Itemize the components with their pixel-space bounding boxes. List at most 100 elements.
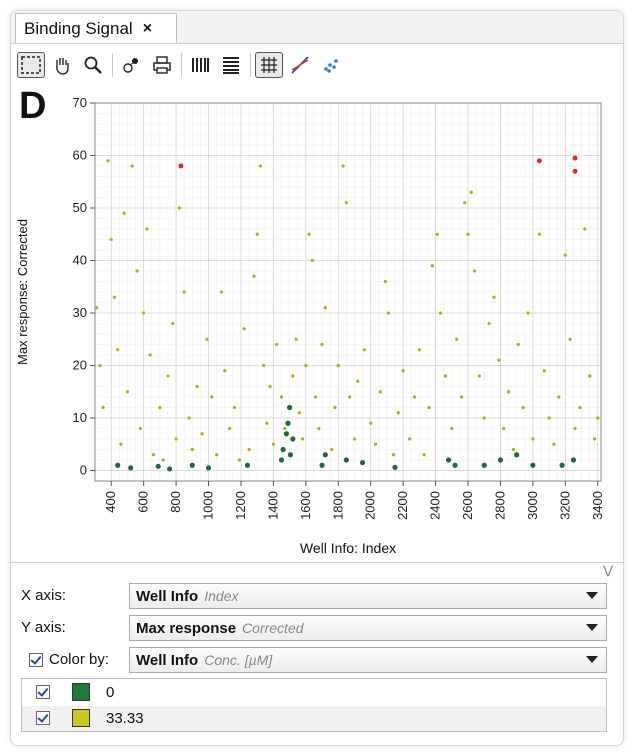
data-point[interactable] — [392, 464, 398, 470]
data-point[interactable] — [262, 363, 266, 368]
data-point[interactable] — [291, 374, 295, 378]
data-point[interactable] — [408, 437, 412, 441]
data-point[interactable] — [280, 446, 286, 453]
data-point[interactable] — [101, 405, 105, 410]
rows-icon[interactable] — [217, 52, 245, 78]
data-point[interactable] — [148, 353, 152, 357]
data-point[interactable] — [356, 379, 360, 383]
data-point[interactable] — [252, 274, 256, 278]
data-point[interactable] — [310, 258, 314, 263]
data-point[interactable] — [341, 164, 345, 168]
data-point[interactable] — [278, 457, 285, 463]
data-point[interactable] — [369, 421, 373, 425]
data-point[interactable] — [536, 158, 542, 164]
data-point[interactable] — [552, 442, 556, 446]
data-point[interactable] — [401, 369, 405, 373]
data-point[interactable] — [547, 416, 551, 420]
data-point[interactable] — [142, 311, 146, 315]
data-point[interactable] — [530, 462, 536, 468]
data-point[interactable] — [237, 458, 241, 462]
data-point[interactable] — [125, 390, 130, 394]
data-point[interactable] — [174, 437, 178, 441]
data-point[interactable] — [362, 348, 366, 352]
data-point[interactable] — [333, 405, 337, 410]
data-point[interactable] — [445, 457, 452, 463]
data-point[interactable] — [330, 447, 334, 452]
data-point[interactable] — [317, 426, 321, 431]
data-point[interactable] — [320, 342, 324, 347]
data-point[interactable] — [573, 426, 577, 431]
data-point[interactable] — [487, 321, 491, 326]
marker-icon[interactable] — [117, 52, 145, 78]
data-point[interactable] — [287, 404, 293, 411]
data-point[interactable] — [215, 453, 219, 457]
data-point[interactable] — [182, 290, 186, 294]
data-point[interactable] — [319, 462, 325, 468]
data-point[interactable] — [417, 348, 421, 352]
data-point[interactable] — [557, 395, 561, 399]
collapse-chevron-icon[interactable]: ⋁ — [603, 563, 613, 577]
data-point[interactable] — [472, 269, 477, 273]
legend-checkbox[interactable] — [36, 685, 50, 699]
data-point[interactable] — [190, 447, 194, 452]
data-point[interactable] — [396, 411, 400, 415]
data-point[interactable] — [187, 416, 191, 420]
data-point[interactable] — [514, 452, 520, 458]
data-point[interactable] — [511, 447, 516, 452]
data-point[interactable] — [531, 437, 535, 441]
data-point[interactable] — [115, 462, 121, 468]
data-point[interactable] — [482, 416, 486, 420]
data-point[interactable] — [568, 337, 572, 341]
data-point[interactable] — [469, 190, 473, 194]
tab-binding-signal[interactable]: Binding Signal × — [15, 13, 177, 43]
data-point[interactable] — [177, 206, 181, 210]
data-point[interactable] — [452, 462, 458, 468]
data-point[interactable] — [412, 395, 417, 399]
data-point[interactable] — [223, 369, 227, 373]
data-point[interactable] — [359, 460, 366, 466]
data-point[interactable] — [463, 201, 467, 205]
data-point[interactable] — [459, 395, 464, 399]
grid-icon[interactable] — [255, 52, 283, 78]
data-point[interactable] — [122, 211, 126, 215]
legend-checkbox[interactable] — [36, 711, 50, 725]
data-point[interactable] — [592, 437, 597, 441]
data-point[interactable] — [386, 311, 391, 315]
x-axis-select[interactable]: Well Info Index — [129, 583, 607, 609]
select-rect-icon[interactable] — [17, 52, 45, 78]
data-point[interactable] — [391, 453, 396, 457]
data-point[interactable] — [537, 232, 541, 236]
data-point[interactable] — [430, 264, 434, 268]
trendline-icon[interactable] — [286, 52, 314, 78]
data-point[interactable] — [572, 155, 578, 161]
data-point[interactable] — [481, 462, 487, 468]
data-point[interactable] — [322, 452, 328, 458]
data-point[interactable] — [242, 327, 246, 331]
data-point[interactable] — [171, 321, 175, 326]
data-point[interactable] — [435, 232, 439, 236]
data-point[interactable] — [279, 395, 284, 399]
data-point[interactable] — [155, 463, 161, 469]
data-point[interactable] — [526, 311, 530, 315]
data-point[interactable] — [343, 457, 349, 463]
data-point[interactable] — [290, 436, 296, 442]
data-point[interactable] — [294, 337, 298, 341]
data-point[interactable] — [497, 358, 501, 362]
data-point[interactable] — [112, 295, 117, 299]
color-by-checkbox[interactable] — [29, 653, 43, 667]
data-point[interactable] — [307, 232, 311, 236]
data-point[interactable] — [323, 306, 327, 310]
data-point[interactable] — [205, 465, 212, 471]
data-point[interactable] — [228, 426, 232, 431]
data-point[interactable] — [344, 201, 348, 205]
data-point[interactable] — [383, 279, 387, 284]
data-point[interactable] — [578, 405, 582, 410]
data-point[interactable] — [130, 164, 134, 168]
data-point[interactable] — [466, 232, 470, 236]
data-point[interactable] — [128, 465, 134, 471]
data-point[interactable] — [255, 232, 259, 236]
data-point[interactable] — [455, 337, 459, 341]
data-point[interactable] — [247, 447, 251, 452]
data-point[interactable] — [178, 163, 184, 169]
data-point[interactable] — [438, 311, 443, 315]
